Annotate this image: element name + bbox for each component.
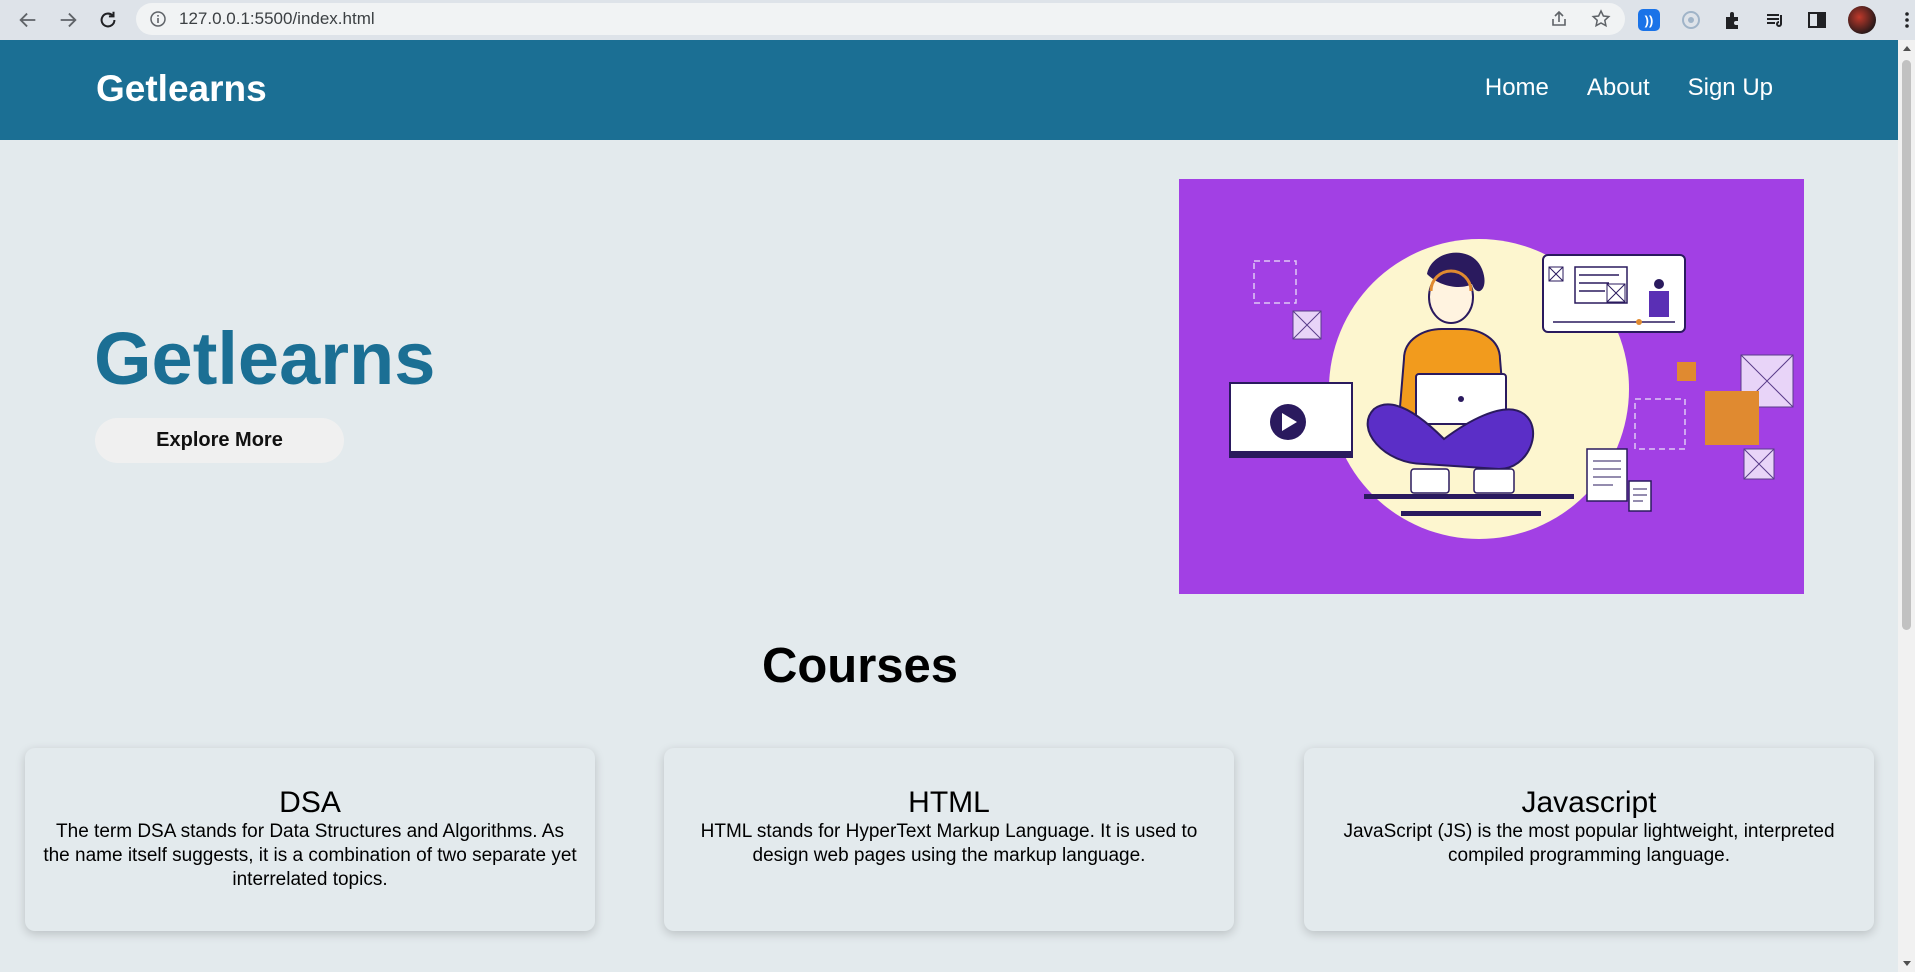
- course-card-html[interactable]: HTML HTML stands for HyperText Markup La…: [664, 748, 1234, 931]
- nav-link-signup[interactable]: Sign Up: [1688, 74, 1773, 102]
- side-panel-icon[interactable]: [1806, 9, 1828, 31]
- hero-illustration: [1179, 179, 1804, 594]
- site-navbar: Getlearns Home About Sign Up: [0, 40, 1898, 140]
- hero-title: Getlearns: [94, 317, 436, 400]
- nav-link-home[interactable]: Home: [1485, 74, 1549, 102]
- back-icon[interactable]: [16, 8, 40, 32]
- info-icon[interactable]: [150, 11, 166, 27]
- course-description: JavaScript (JS) is the most popular ligh…: [1343, 821, 1835, 866]
- browser-toolbar: 127.0.0.1:5500/index.html )): [0, 0, 1915, 40]
- scroll-down-arrow-icon[interactable]: [1903, 961, 1911, 966]
- address-bar[interactable]: 127.0.0.1:5500/index.html: [136, 3, 1625, 35]
- profile-avatar[interactable]: [1848, 6, 1876, 34]
- course-title: DSA: [279, 786, 341, 819]
- page: Getlearns Home About Sign Up Getlearns E…: [0, 40, 1898, 972]
- bookmark-star-icon[interactable]: [1591, 9, 1611, 29]
- nav-links: Home About Sign Up: [1485, 74, 1773, 102]
- course-description: The term DSA stands for Data Structures …: [43, 821, 577, 890]
- brand-logo[interactable]: Getlearns: [96, 68, 267, 110]
- course-card-javascript[interactable]: Javascript JavaScript (JS) is the most p…: [1304, 748, 1874, 931]
- scrollbar-thumb[interactable]: [1902, 60, 1911, 630]
- page-scrollbar[interactable]: [1898, 40, 1915, 972]
- menu-kebab-icon[interactable]: [1896, 9, 1915, 31]
- course-title: Javascript: [1521, 786, 1657, 819]
- extension-icon[interactable]: [1680, 9, 1702, 31]
- media-control-icon[interactable]: [1764, 9, 1786, 31]
- forward-icon[interactable]: [56, 8, 80, 32]
- course-card-dsa[interactable]: DSA The term DSA stands for Data Structu…: [25, 748, 595, 931]
- share-icon[interactable]: [1549, 9, 1569, 29]
- scroll-up-arrow-icon[interactable]: [1903, 46, 1911, 51]
- courses-heading: Courses: [761, 639, 959, 693]
- reload-icon[interactable]: [96, 8, 120, 32]
- explore-more-button[interactable]: Explore More: [95, 418, 344, 463]
- url-text[interactable]: 127.0.0.1:5500/index.html: [179, 9, 375, 29]
- nav-link-about[interactable]: About: [1587, 74, 1650, 102]
- course-description: HTML stands for HyperText Markup Languag…: [700, 821, 1198, 866]
- extension-icon[interactable]: )): [1638, 9, 1660, 31]
- course-title: HTML: [908, 786, 990, 819]
- extensions-puzzle-icon[interactable]: [1722, 9, 1744, 31]
